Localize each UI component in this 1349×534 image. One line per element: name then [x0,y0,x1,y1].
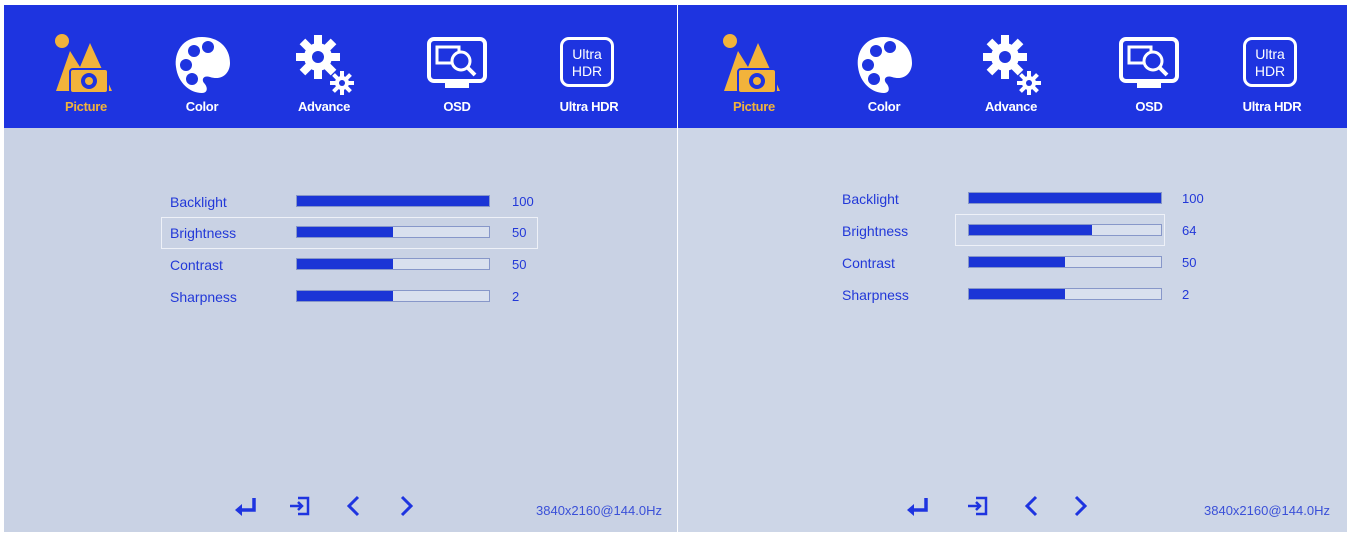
setting-row-contrast[interactable]: Contrast 50 [4,252,677,278]
tab-label: Ultra HDR [1242,99,1302,114]
tab-advance[interactable]: Advance [276,11,372,123]
setting-row-backlight[interactable]: Backlight 100 [678,186,1347,212]
tab-label: Advance [984,99,1038,114]
tab-label: Advance [297,99,351,114]
tab-label: OSD [443,99,471,114]
tab-osd[interactable]: OSD [409,11,505,123]
menu-tab-bar: Picture Color Advance OSD Ultra HDR Ultr… [678,5,1347,128]
tab-color[interactable]: Color [836,11,932,123]
tab-label: Ultra HDR [559,99,619,114]
setting-row-brightness[interactable]: Brightness 64 [678,218,1347,244]
slider-fill [297,291,393,301]
chevron-left-icon[interactable] [340,492,368,520]
ultra-hdr-icon: Ultra HDR [560,37,614,87]
enter-icon[interactable] [232,492,260,520]
hdr-icon-line-2: HDR [571,63,603,79]
setting-slider[interactable] [968,256,1162,268]
menu-tab-bar: Picture Color Advance OSD Ultra HDR Ultr… [4,5,677,128]
setting-value: 2 [512,289,520,304]
slider-fill [969,193,1161,203]
setting-label: Brightness [170,225,237,241]
slider-fill [969,225,1092,235]
setting-slider[interactable] [296,195,490,207]
chevron-right-icon[interactable] [1066,492,1094,520]
slider-fill [297,259,393,269]
tab-ultra-hdr[interactable]: Ultra HDR Ultra HDR [1224,11,1320,123]
slider-fill [969,257,1065,267]
picture-icon [723,34,780,94]
footer-bar: 3840x2160@144.0Hz [678,482,1347,532]
monitor-search-icon [1119,37,1179,88]
gear-icon [296,35,354,95]
tab-picture[interactable]: Picture [38,11,134,123]
tab-label: OSD [1135,99,1163,114]
resolution-readout: 3840x2160@144.0Hz [1204,503,1330,518]
tab-picture[interactable]: Picture [706,11,802,123]
setting-value: 2 [1182,287,1190,302]
setting-slider[interactable] [296,226,490,238]
setting-row-backlight[interactable]: Backlight 100 [4,189,677,215]
hdr-icon-line-1: Ultra [572,46,602,62]
tab-label: Color [867,99,901,114]
setting-label: Contrast [842,255,895,271]
setting-value: 100 [512,194,534,209]
setting-label: Backlight [170,194,227,210]
ultra-hdr-icon: Ultra HDR [1243,37,1297,87]
picture-icon [55,34,112,94]
setting-value: 50 [512,225,527,240]
tab-advance[interactable]: Advance [963,11,1059,123]
palette-icon [857,37,912,93]
exit-icon[interactable] [286,492,314,520]
setting-value: 50 [1182,255,1197,270]
setting-label: Contrast [170,257,223,273]
enter-icon[interactable] [904,492,932,520]
chevron-right-icon[interactable] [392,492,420,520]
gear-icon [983,35,1041,95]
setting-slider[interactable] [968,192,1162,204]
chevron-left-icon[interactable] [1018,492,1046,520]
slider-fill [969,289,1065,299]
tab-ultra-hdr[interactable]: Ultra HDR Ultra HDR [541,11,637,123]
hdr-icon-line-2: HDR [1254,63,1286,79]
osd-screen-left: Picture Color Advance OSD Ultra HDR Ultr… [4,5,677,532]
hdr-icon-line-1: Ultra [1255,46,1285,62]
setting-value: 50 [512,257,527,272]
tab-label: Color [185,99,219,114]
monitor-search-icon [427,37,487,88]
osd-screen-right: Picture Color Advance OSD Ultra HDR Ultr… [678,5,1347,532]
setting-slider[interactable] [968,288,1162,300]
slider-fill [297,196,489,206]
setting-slider[interactable] [968,224,1162,236]
setting-row-sharpness[interactable]: Sharpness 2 [678,282,1347,308]
exit-icon[interactable] [964,492,992,520]
setting-label: Sharpness [170,289,237,305]
slider-fill [297,227,393,237]
setting-value: 100 [1182,191,1204,206]
tab-label: Picture [733,99,775,114]
setting-row-sharpness[interactable]: Sharpness 2 [4,284,677,310]
palette-icon [175,37,230,93]
setting-slider[interactable] [296,258,490,270]
tab-label: Picture [65,99,107,114]
setting-value: 64 [1182,223,1197,238]
tab-color[interactable]: Color [154,11,250,123]
setting-label: Sharpness [842,287,909,303]
resolution-readout: 3840x2160@144.0Hz [536,503,662,518]
setting-slider[interactable] [296,290,490,302]
footer-bar: 3840x2160@144.0Hz [4,482,677,532]
setting-label: Backlight [842,191,899,207]
tab-osd[interactable]: OSD [1101,11,1197,123]
setting-row-brightness[interactable]: Brightness 50 [4,220,677,246]
setting-label: Brightness [842,223,909,239]
setting-row-contrast[interactable]: Contrast 50 [678,250,1347,276]
